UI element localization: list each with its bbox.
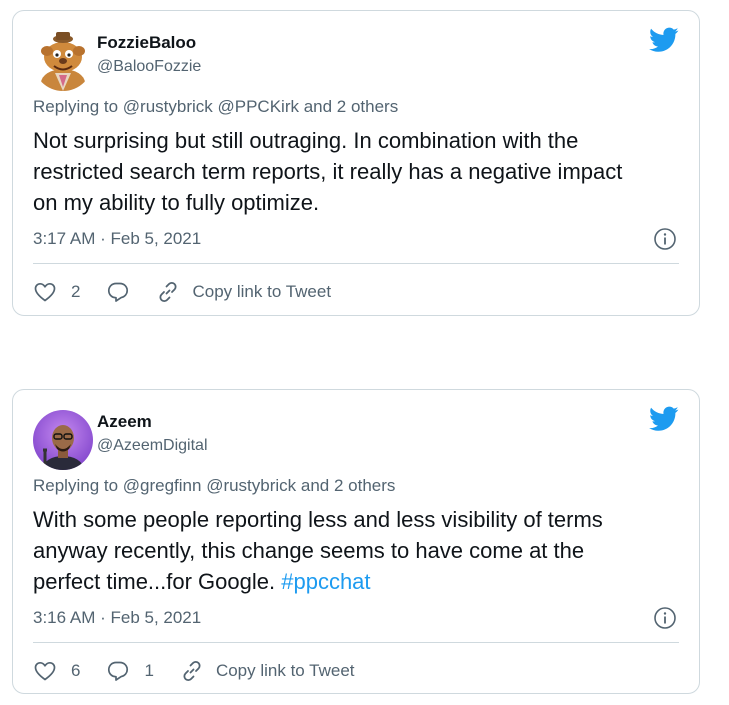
- tweet-text-line: restricted search term reports, it reall…: [33, 159, 623, 184]
- author-handle[interactable]: @AzeemDigital: [97, 437, 208, 455]
- info-icon[interactable]: [653, 227, 677, 251]
- tweet-text-line: Not surprising but still outraging. In c…: [33, 128, 579, 153]
- copy-link-label: Copy link to Tweet: [192, 282, 332, 301]
- tweet-text-line: With some people reporting less and less…: [33, 507, 603, 532]
- author-name[interactable]: FozzieBaloo: [97, 33, 196, 53]
- tweet-card[interactable]: Azeem @AzeemDigital Replying to @gregfin…: [12, 389, 700, 694]
- replying-to[interactable]: Replying to @rustybrick @PPCKirk and 2 o…: [33, 97, 398, 117]
- tweet-actions: 6 1 Copy link to Tweet: [33, 656, 355, 686]
- twitter-bird-icon[interactable]: [649, 27, 679, 53]
- author-name[interactable]: Azeem: [97, 412, 152, 432]
- timestamp[interactable]: 3:17 AM · Feb 5, 2021: [33, 229, 201, 249]
- tweet-text: With some people reporting less and less…: [33, 504, 683, 597]
- reply-button[interactable]: [106, 280, 130, 304]
- timestamp[interactable]: 3:16 AM · Feb 5, 2021: [33, 608, 201, 628]
- like-button[interactable]: 2: [33, 280, 80, 304]
- tweet-text: Not surprising but still outraging. In c…: [33, 125, 683, 218]
- tweet-text-segment: perfect time...for Google.: [33, 569, 282, 594]
- link-icon: [156, 280, 180, 304]
- tweet-actions: 2 Copy link to Tweet: [33, 277, 331, 307]
- heart-icon: [33, 280, 57, 304]
- author-handle[interactable]: @BalooFozzie: [97, 58, 201, 76]
- avatar[interactable]: [33, 31, 93, 91]
- hashtag-link[interactable]: #ppcchat: [281, 569, 370, 594]
- reply-count: 1: [144, 661, 154, 680]
- twitter-bird-icon[interactable]: [649, 406, 679, 432]
- divider: [33, 263, 679, 264]
- tweet-text-line: anyway recently, this change seems to ha…: [33, 538, 585, 563]
- like-count: 2: [71, 282, 81, 301]
- like-button[interactable]: 6: [33, 659, 80, 683]
- link-icon: [180, 659, 204, 683]
- avatar[interactable]: [33, 410, 93, 470]
- tweet-text-line: on my ability to fully optimize.: [33, 190, 320, 215]
- copy-link-label: Copy link to Tweet: [215, 661, 355, 680]
- copy-link-button[interactable]: Copy link to Tweet: [180, 659, 355, 683]
- divider: [33, 642, 679, 643]
- reply-icon: [106, 659, 130, 683]
- tweet-text-line-last: perfect time...for Google. #ppcchat: [33, 566, 683, 597]
- tweet-card[interactable]: FozzieBaloo @BalooFozzie Replying to @ru…: [12, 10, 700, 316]
- reply-button[interactable]: 1: [106, 659, 154, 683]
- replying-to[interactable]: Replying to @gregfinn @rustybrick and 2 …: [33, 476, 395, 496]
- heart-icon: [33, 659, 57, 683]
- like-count: 6: [71, 661, 81, 680]
- copy-link-button[interactable]: Copy link to Tweet: [156, 280, 331, 304]
- reply-icon: [106, 280, 130, 304]
- info-icon[interactable]: [653, 606, 677, 630]
